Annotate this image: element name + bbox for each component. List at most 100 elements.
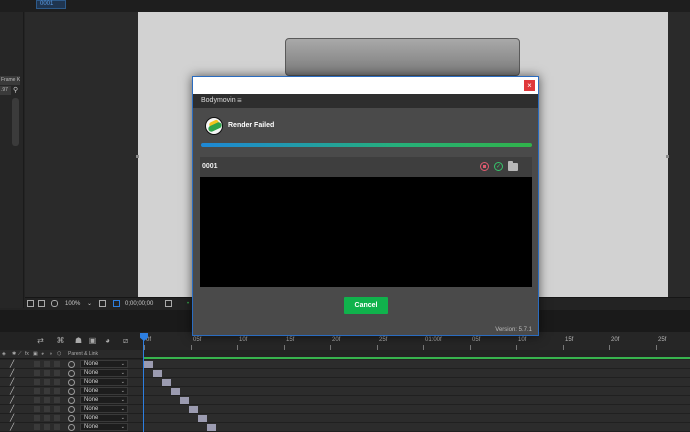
frame-blending-icon[interactable]: ▣ (88, 336, 97, 345)
layer-bar[interactable] (153, 370, 162, 377)
layer-switch[interactable] (44, 370, 50, 376)
graph-editor-icon[interactable]: ⧄ (121, 336, 130, 345)
layer-switch[interactable] (54, 379, 60, 385)
motion-blur-icon[interactable]: ◕ (103, 336, 112, 345)
parent-dropdown[interactable]: None ⌄ (80, 387, 128, 395)
pickwhip-spiral-icon[interactable] (68, 397, 75, 404)
mask-visibility-icon[interactable] (51, 300, 58, 307)
ruler-tick-label: 25f (379, 337, 388, 343)
layer-row[interactable]: ╱ None ⌄ (0, 414, 143, 423)
parent-dropdown[interactable]: None ⌄ (80, 405, 128, 413)
folder-icon[interactable] (508, 161, 518, 171)
resolution-icon[interactable] (99, 300, 106, 307)
show-channel-icon[interactable]: • (187, 299, 189, 309)
track-row[interactable] (143, 396, 690, 405)
pickwhip-spiral-icon[interactable] (68, 361, 75, 368)
layer-switch[interactable] (54, 361, 60, 367)
current-timecode[interactable]: 0;00;00;00 (125, 299, 153, 309)
layer-row[interactable]: ╱ None ⌄ (0, 423, 143, 432)
layer-switch[interactable] (44, 379, 50, 385)
layer-switch[interactable] (44, 388, 50, 394)
layer-switch[interactable] (34, 397, 40, 403)
draft-3d-icon[interactable]: ⌘ (56, 336, 65, 345)
layer-switch[interactable] (54, 370, 60, 376)
check-circle-icon[interactable]: ✓ (494, 162, 503, 171)
layer-switch[interactable] (34, 415, 40, 421)
track-row[interactable] (143, 423, 690, 432)
comp-mini-flowchart-icon[interactable]: ⇄ (36, 336, 45, 345)
pickwhip-spiral-icon[interactable] (68, 406, 75, 413)
layer-row[interactable]: ╱ None ⌄ (0, 378, 143, 387)
track-row[interactable] (143, 369, 690, 378)
hamburger-menu-icon[interactable]: ≡ (237, 96, 242, 105)
parent-dropdown-value: None (84, 361, 99, 367)
layer-switch[interactable] (34, 424, 40, 430)
layer-switch[interactable] (34, 361, 40, 367)
work-area-bar[interactable] (143, 357, 690, 359)
layer-bar[interactable] (207, 424, 216, 431)
layer-switch[interactable] (54, 424, 60, 430)
canvas-card-layer[interactable] (285, 38, 520, 76)
pickwhip-spiral-icon[interactable] (68, 379, 75, 386)
layer-switch[interactable] (34, 388, 40, 394)
parent-link-header[interactable]: Parent & Link (68, 351, 98, 358)
parent-dropdown[interactable]: None ⌄ (80, 369, 128, 377)
layer-switch[interactable] (54, 397, 60, 403)
composition-tab[interactable]: 0001 (36, 0, 66, 9)
parent-dropdown[interactable]: None ⌄ (80, 360, 128, 368)
zoom-dropdown[interactable]: 100% (65, 299, 80, 309)
safe-zones-icon[interactable] (38, 300, 45, 307)
layer-bar[interactable] (189, 406, 198, 413)
layer-row[interactable]: ╱ None ⌄ (0, 405, 143, 414)
layer-switch[interactable] (34, 379, 40, 385)
canvas-handle[interactable] (136, 155, 139, 158)
track-row[interactable] (143, 414, 690, 423)
snapshot-camera-icon[interactable] (165, 300, 172, 307)
layer-switch[interactable] (44, 415, 50, 421)
preview-icon[interactable] (27, 300, 34, 307)
canvas-handle[interactable] (666, 155, 669, 158)
stop-circle-icon[interactable] (480, 162, 489, 171)
track-row[interactable] (143, 360, 690, 369)
parent-dropdown[interactable]: None ⌄ (80, 423, 128, 431)
parent-dropdown[interactable]: None ⌄ (80, 378, 128, 386)
track-row[interactable] (143, 387, 690, 396)
layer-bar[interactable] (171, 388, 180, 395)
cancel-button[interactable]: Cancel (344, 297, 388, 314)
panel-title[interactable]: Bodymovin (201, 97, 236, 104)
pickwhip-spiral-icon[interactable] (68, 388, 75, 395)
track-row[interactable] (143, 378, 690, 387)
layer-switch[interactable] (54, 415, 60, 421)
close-icon[interactable]: × (524, 80, 535, 91)
parent-dropdown[interactable]: None ⌄ (80, 396, 128, 404)
layer-switch[interactable] (54, 388, 60, 394)
layer-row[interactable]: ╱ None ⌄ (0, 360, 143, 369)
project-panel-scrollbar[interactable] (12, 98, 19, 146)
layer-switch[interactable] (44, 361, 50, 367)
layer-switch[interactable] (54, 406, 60, 412)
layer-row[interactable]: ╱ None ⌄ (0, 396, 143, 405)
project-item-label[interactable]: .97 (0, 86, 11, 95)
layer-row[interactable]: ╱ None ⌄ (0, 387, 143, 396)
shy-layers-icon[interactable]: ☗ (74, 336, 83, 345)
track-row[interactable] (143, 405, 690, 414)
layer-switch[interactable] (44, 424, 50, 430)
layer-bar[interactable] (162, 379, 171, 386)
layer-bar[interactable] (180, 397, 189, 404)
region-of-interest-icon[interactable] (113, 300, 120, 307)
zoom-caret-icon[interactable]: ⌄ (87, 299, 92, 309)
flowchart-icon[interactable]: ⚲ (13, 87, 21, 94)
pickwhip-spiral-icon[interactable] (68, 415, 75, 422)
layer-bar[interactable] (144, 361, 153, 368)
layer-row[interactable]: ╱ None ⌄ (0, 369, 143, 378)
layer-bar[interactable] (198, 415, 207, 422)
layer-switch[interactable] (44, 397, 50, 403)
parent-dropdown[interactable]: None ⌄ (80, 414, 128, 422)
playhead-line[interactable] (143, 340, 144, 432)
layer-switch[interactable] (34, 370, 40, 376)
pickwhip-spiral-icon[interactable] (68, 424, 75, 431)
pickwhip-spiral-icon[interactable] (68, 370, 75, 377)
layer-switch[interactable] (44, 406, 50, 412)
project-item-label[interactable]: Frame K... (0, 76, 20, 85)
layer-switch[interactable] (34, 406, 40, 412)
